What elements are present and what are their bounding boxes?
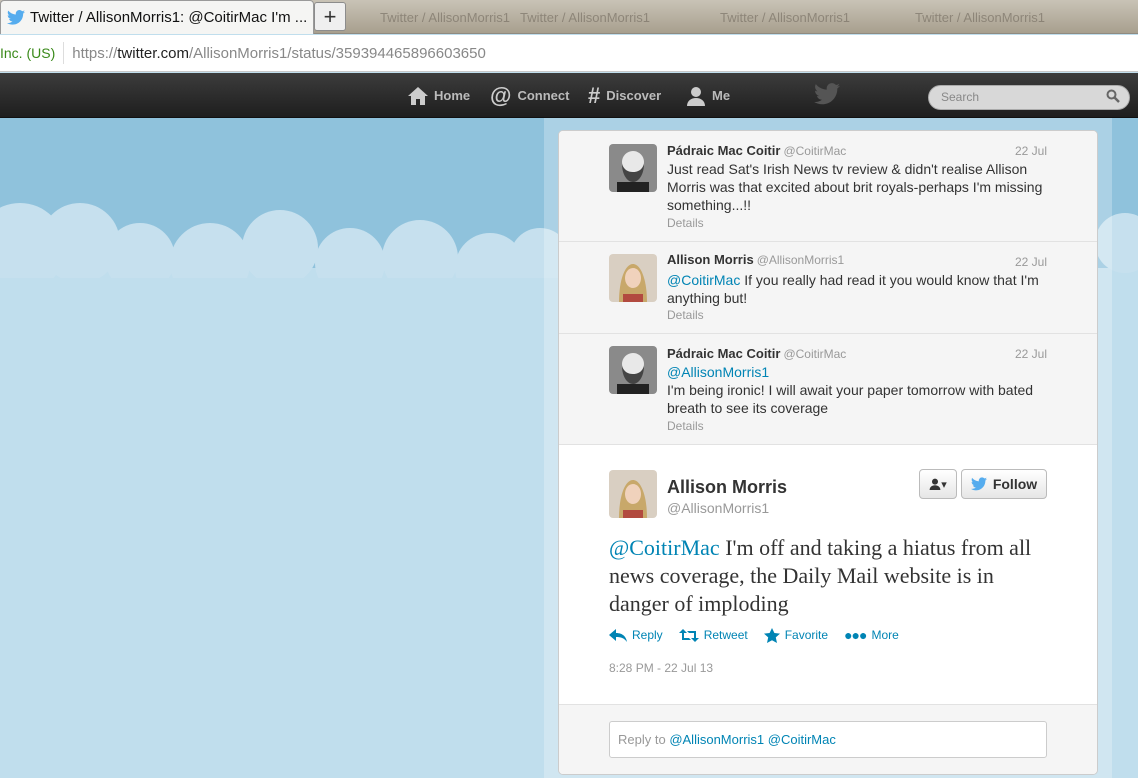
url-host: twitter.com [117,44,189,62]
search-placeholder: Search [941,90,980,104]
site-identity-label[interactable]: Inc. (US) [0,42,65,64]
author-handle[interactable]: @CoitirMac [783,347,846,361]
tweet-date[interactable]: 22 Jul [1015,144,1047,158]
tweet-date[interactable]: 22 Jul [1015,347,1047,361]
more-action[interactable]: ●●● More [844,627,899,643]
url-text[interactable]: https://twitter.com/AllisonMorris1/statu… [64,45,486,62]
avatar-image-icon [609,254,657,302]
background-tab[interactable]: Twitter / AllisonMorris1 [380,4,510,30]
retweet-action[interactable]: Retweet [678,627,748,643]
reply-label: Reply [632,628,663,642]
tweet-text: Just read Sat's Irish News tv review & d… [667,161,1043,213]
nav-me-label: Me [712,88,731,103]
background-tab[interactable]: Twitter / AllisonMorris1 [915,4,1045,30]
address-bar[interactable]: Inc. (US) https://twitter.com/AllisonMor… [0,35,1138,72]
avatar[interactable] [609,254,657,302]
nav-me[interactable]: Me [686,73,730,118]
reply-prefix: Reply to [618,732,670,747]
tab-title: Twitter / AllisonMorris1: @CoitirMac I'm… [30,9,308,26]
tweet-text-body: I'm being ironic! I will await your pape… [667,382,1034,416]
tweet-actions: Reply Retweet Favorite ●●● More [609,627,899,643]
background-tab-label: Twitter / AllisonMorris1 [720,9,851,25]
reply-action[interactable]: Reply [609,627,663,643]
url-scheme: https:// [72,44,118,62]
twitter-bird-icon [7,10,25,25]
at-icon: @ [490,82,512,108]
person-icon [687,86,705,106]
author-name[interactable]: Pádraic Mac Coitir [667,143,780,158]
caret-down-icon: ▾ [941,478,947,491]
reply-area: Reply to @AllisonMorris1 @CoitirMac [559,704,1097,774]
favorite-label: Favorite [784,628,829,642]
background-tab-label: Twitter / AllisonMorris1 [520,9,651,25]
url-path: /AllisonMorris1/status/35939446589660365… [188,44,486,62]
background-tab[interactable]: Twitter / AllisonMorris1 [720,4,850,30]
nav-home-label: Home [434,88,471,103]
author-name[interactable]: Allison Morris [667,252,754,267]
details-link[interactable]: Details [667,216,704,230]
twitter-logo-icon[interactable] [814,83,840,105]
tweet-timestamp[interactable]: 8:28 PM - 22 Jul 13 [609,661,713,675]
home-icon [408,86,428,105]
avatar-image-icon [609,470,657,518]
new-tab-button[interactable]: + [314,2,346,31]
tweet-header: Pádraic Mac Coitir @CoitirMac [667,143,846,158]
mention-link[interactable]: @AllisonMorris1 [667,364,769,380]
tweet-header: Allison Morris @AllisonMorris1 [667,252,844,267]
user-actions-button[interactable]: ▾ [919,469,957,499]
nav-home[interactable]: Home [408,73,470,118]
author-name[interactable]: Pádraic Mac Coitir [667,346,780,361]
details-link[interactable]: Details [667,419,704,433]
person-icon [929,478,941,490]
tweet-date[interactable]: 22 Jul [1015,255,1047,269]
conversation-tweet[interactable]: Pádraic Mac Coitir @CoitirMac 22 Jul Just… [559,131,1097,242]
search-icon[interactable] [1106,89,1120,103]
follow-label: Follow [992,476,1038,492]
reply-mentions: @AllisonMorris1 @CoitirMac [669,732,836,747]
tweet-text: @AllisonMorris1 I'm being ironic! I will… [667,363,1047,417]
avatar-image-icon [609,144,657,192]
tweet-header: Pádraic Mac Coitir @CoitirMac [667,346,846,361]
avatar[interactable] [609,346,657,394]
nav-connect[interactable]: @ Connect [490,73,569,118]
hashtag-icon: # [588,82,601,108]
avatar[interactable] [609,144,657,192]
nav-discover[interactable]: # Discover [588,73,661,118]
browser-tab-strip: Twitter / AllisonMorris1 Twitter / Allis… [0,0,1138,34]
search-input[interactable]: Search [928,85,1130,110]
background-tab-label: Twitter / AllisonMorris1 [380,9,511,25]
tweet-conversation-panel: Pádraic Mac Coitir @CoitirMac 22 Jul Just… [558,130,1098,775]
nav-connect-label: Connect [517,88,570,103]
permalink-author-handle[interactable]: @AllisonMorris1 [667,500,769,516]
reply-input[interactable]: Reply to @AllisonMorris1 @CoitirMac [609,721,1047,758]
permalink-author-name[interactable]: Allison Morris [667,477,787,498]
avatar-image-icon [609,346,657,394]
author-handle[interactable]: @AllisonMorris1 [757,253,845,267]
author-handle[interactable]: @CoitirMac [783,144,846,158]
twitter-bird-icon [970,477,987,491]
plus-icon: + [323,3,337,29]
background-tab[interactable]: Twitter / AllisonMorris1 [520,4,650,30]
star-icon [763,627,780,643]
ellipsis-icon: ●●● [844,627,867,643]
more-label: More [871,628,899,642]
reply-icon [609,628,627,642]
retweet-icon [678,628,699,642]
mention-link[interactable]: @CoitirMac [609,535,720,560]
mention-link[interactable]: @CoitirMac [667,272,740,288]
background-tab-label: Twitter / AllisonMorris1 [915,9,1046,25]
tweet-text: @CoitirMac If you really had read it you… [667,271,1047,307]
retweet-label: Retweet [703,628,748,642]
details-link[interactable]: Details [667,308,704,322]
permalink-tweet-text: @CoitirMac I'm off and taking a hiatus f… [609,534,1049,618]
conversation-tweet[interactable]: Pádraic Mac Coitir @CoitirMac 22 Jul @All… [559,334,1097,445]
active-browser-tab[interactable]: Twitter / AllisonMorris1: @CoitirMac I'm… [0,0,314,34]
conversation-tweet[interactable]: Allison Morris @AllisonMorris1 22 Jul @Co… [559,242,1097,334]
permalink-avatar[interactable] [609,470,657,518]
favorite-action[interactable]: Favorite [763,627,829,643]
follow-button[interactable]: Follow [961,469,1047,499]
nav-discover-label: Discover [606,88,662,103]
